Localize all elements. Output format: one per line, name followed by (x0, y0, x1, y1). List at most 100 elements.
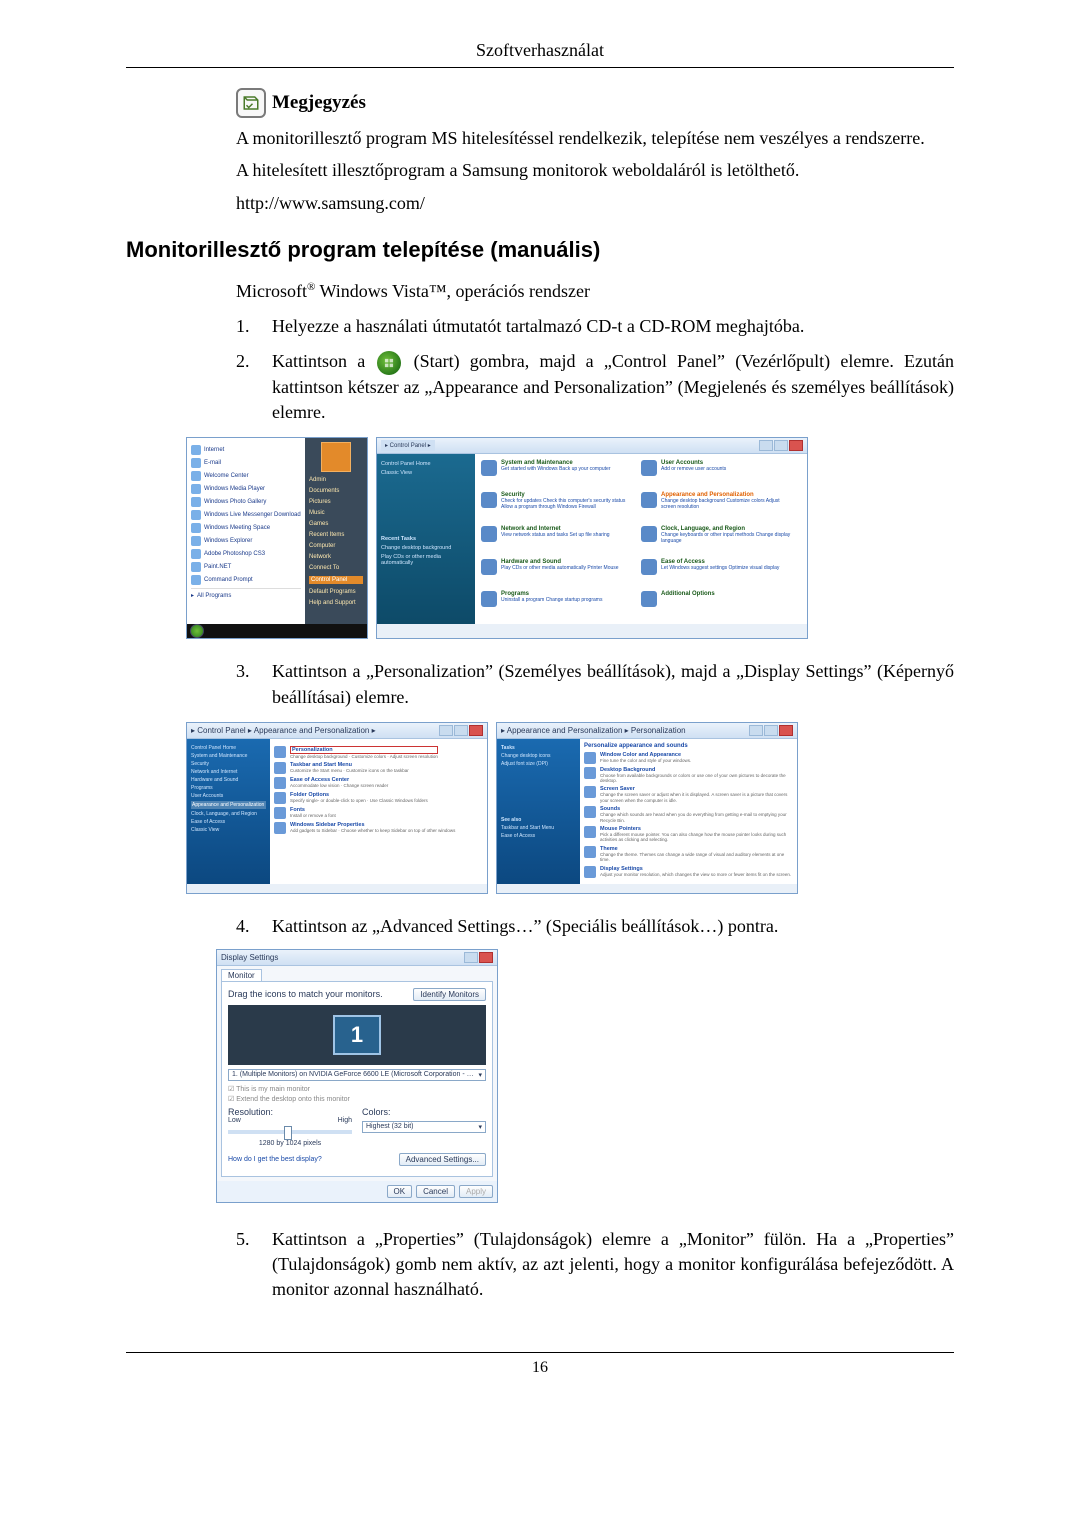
step-4: 4. Kattintson az „Advanced Settings…” (S… (236, 914, 954, 939)
identify-monitors-button[interactable]: Identify Monitors (413, 988, 486, 1001)
pers-item-s: Change the theme. Themes can change a wi… (600, 852, 793, 863)
ap-item-s[interactable]: Specify single- or double-click to open … (290, 798, 428, 803)
ap-side-item[interactable]: Network and Internet (191, 769, 266, 775)
ap-side-item[interactable]: Programs (191, 785, 266, 791)
monitor-1-icon[interactable]: 1 (333, 1015, 381, 1055)
pers-see-item[interactable]: Taskbar and Start Menu (501, 825, 576, 831)
advanced-settings-button[interactable]: Advanced Settings... (399, 1153, 486, 1166)
sm-item[interactable]: Windows Meeting Space (204, 525, 270, 531)
ap-breadcrumb: ▸ Control Panel ▸ Appearance and Persona… (191, 726, 376, 735)
apply-button[interactable]: Apply (459, 1185, 493, 1198)
cp-main: System and MaintenanceGet started with W… (475, 454, 807, 624)
sm-right-item[interactable]: Games (309, 521, 363, 527)
help-link[interactable]: How do I get the best display? (228, 1156, 322, 1163)
sm-item[interactable]: Windows Explorer (204, 538, 252, 544)
ap-item-s[interactable]: Change desktop background · Customize co… (290, 754, 438, 759)
cancel-button[interactable]: Cancel (416, 1185, 455, 1198)
ap-side-item[interactable]: Clock, Language, and Region (191, 811, 266, 817)
sm-item[interactable]: E-mail (204, 460, 221, 466)
ap-sidebar: Control Panel Home System and Maintenanc… (187, 739, 270, 884)
sm-all-programs[interactable]: All Programs (197, 593, 231, 599)
pers-side-item[interactable]: Change desktop icons (501, 753, 576, 759)
sm-right-item[interactable]: Documents (309, 488, 363, 494)
sm-item[interactable]: Paint.NET (204, 564, 231, 570)
cp-cat-s[interactable]: Add or remove user accounts (661, 466, 726, 472)
ap-side-item[interactable]: System and Maintenance (191, 753, 266, 759)
start-menu-right: Admin Documents Pictures Music Games Rec… (305, 438, 367, 624)
start-menu-left: Internet E-mail Welcome Center Windows M… (187, 438, 305, 624)
sm-right-item-selected[interactable]: Control Panel (309, 576, 363, 584)
adapter-select[interactable]: 1. (Multiple Monitors) on NVIDIA GeForce… (228, 1069, 486, 1081)
ap-side-item[interactable]: Security (191, 761, 266, 767)
cp-cat-s[interactable]: Uninstall a program Change startup progr… (501, 597, 602, 603)
ds-preview-area[interactable]: 1 (228, 1005, 486, 1065)
cp-side-task[interactable]: Change desktop background (381, 545, 471, 551)
ds-tab-monitor[interactable]: Monitor (221, 969, 262, 982)
window-controls[interactable] (749, 725, 793, 736)
start-menu-screenshot: Internet E-mail Welcome Center Windows M… (186, 437, 368, 639)
ap-item-h-hl[interactable]: Personalization (290, 746, 438, 754)
step-5-num: 5. (236, 1227, 272, 1303)
cp-cat-s[interactable]: Get started with Windows Back up your co… (501, 466, 611, 472)
ap-side-item[interactable]: Ease of Access (191, 819, 266, 825)
sm-item[interactable]: Internet (204, 447, 224, 453)
header-rule (126, 67, 954, 68)
sm-right-item[interactable]: Admin (309, 477, 363, 483)
cp-cat-s[interactable]: Change desktop background Customize colo… (661, 498, 791, 510)
cp-cat-s[interactable]: Let Windows suggest settings Optimize vi… (661, 565, 779, 571)
sm-item[interactable]: Windows Photo Gallery (204, 499, 266, 505)
cp-cat-s[interactable]: Check for updates Check this computer's … (501, 498, 631, 510)
sm-item[interactable]: Command Prompt (204, 577, 253, 583)
pers-see-item[interactable]: Ease of Access (501, 833, 576, 839)
intro-line: Microsoft® Windows Vista™, operációs ren… (236, 281, 954, 302)
ap-side-item[interactable]: Hardware and Sound (191, 777, 266, 783)
sm-item[interactable]: Windows Media Player (204, 486, 265, 492)
check-extend-desktop[interactable]: ☑ Extend the desktop onto this monitor (228, 1095, 486, 1103)
sm-item[interactable]: Welcome Center (204, 473, 249, 479)
sm-item[interactable]: Adobe Photoshop CS3 (204, 551, 265, 557)
sm-right-item[interactable]: Help and Support (309, 600, 363, 606)
cp-cat-s[interactable]: Change keyboards or other input methods … (661, 532, 791, 544)
ap-item-s[interactable]: Add gadgets to Sidebar · Choose whether … (290, 828, 455, 833)
window-controls[interactable] (439, 725, 483, 736)
ap-side-item[interactable]: Control Panel Home (191, 745, 266, 751)
cp-side-task[interactable]: Play CDs or other media automatically (381, 554, 471, 566)
ap-side-item-sel[interactable]: Appearance and Personalization (191, 801, 266, 809)
ap-item-s[interactable]: Accommodate low vision · Change screen r… (290, 783, 388, 788)
cp-breadcrumb: ▸ Control Panel ▸ (381, 440, 435, 451)
pers-breadcrumb: ▸ Appearance and Personalization ▸ Perso… (501, 726, 686, 735)
cp-side-link[interactable]: Control Panel Home (381, 461, 471, 467)
colors-select[interactable]: Highest (32 bit)▾ (362, 1121, 486, 1133)
res-high: High (338, 1117, 352, 1124)
cp-cat-s[interactable]: View network status and tasks Set up fil… (501, 532, 610, 538)
sm-right-item[interactable]: Default Programs (309, 589, 363, 595)
ap-side-item[interactable]: User Accounts (191, 793, 266, 799)
ap-side-item[interactable]: Classic View (191, 827, 266, 833)
sm-right-item[interactable]: Network (309, 554, 363, 560)
pers-item-s: Adjust your monitor resolution, which ch… (600, 872, 791, 877)
sm-right-item[interactable]: Connect To (309, 565, 363, 571)
page-header: Szoftverhasználat (126, 40, 954, 61)
ok-button[interactable]: OK (387, 1185, 413, 1198)
resolution-slider[interactable] (228, 1130, 352, 1134)
sm-item[interactable]: Windows Live Messenger Download (204, 512, 301, 518)
start-orb[interactable] (190, 624, 204, 638)
sm-right-item[interactable]: Recent Items (309, 532, 363, 538)
cp-cat-s[interactable]: Play CDs or other media automatically Pr… (501, 565, 619, 571)
cp-side-link[interactable]: Classic View (381, 470, 471, 476)
cp-cat-h[interactable]: Additional Options (661, 591, 715, 597)
window-controls[interactable] (759, 440, 803, 451)
sm-right-item[interactable]: Pictures (309, 499, 363, 505)
ap-main: PersonalizationChange desktop background… (270, 739, 487, 884)
ds-drag-text: Drag the icons to match your monitors. (228, 989, 383, 999)
control-panel-screenshot: ▸ Control Panel ▸ Control Panel Home Cla… (376, 437, 808, 639)
check-main-monitor[interactable]: ☑ This is my main monitor (228, 1085, 486, 1093)
pers-item-h[interactable]: Window Color and Appearance (600, 752, 691, 758)
pers-side-item[interactable]: Adjust font size (DPI) (501, 761, 576, 767)
window-controls[interactable] (464, 952, 493, 963)
ap-item-s[interactable]: Install or remove a font (290, 813, 336, 818)
sm-right-item[interactable]: Computer (309, 543, 363, 549)
pers-main: Personalize appearance and sounds Window… (580, 739, 797, 884)
sm-right-item[interactable]: Music (309, 510, 363, 516)
ap-item-s[interactable]: Customize the Start menu · Customize ico… (290, 768, 409, 773)
